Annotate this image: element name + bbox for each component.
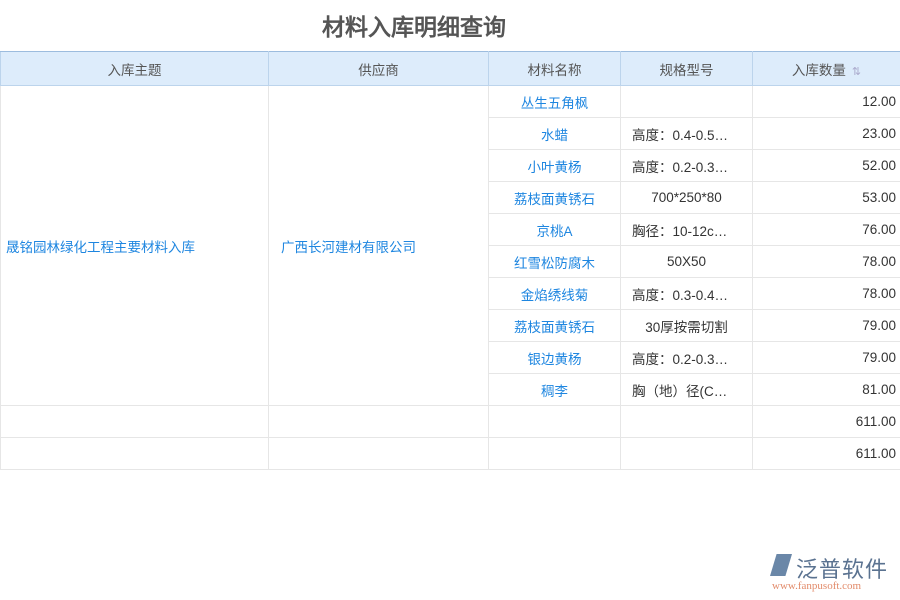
spec-cell [621,86,753,118]
spec-cell: 高度：0.3-0.4… [621,278,753,310]
total-row: 611.00 [1,406,900,438]
total-row: 611.00 [1,438,900,470]
qty-cell: 76.00 [753,214,900,246]
qty-cell: 81.00 [753,374,900,406]
qty-cell: 53.00 [753,182,900,214]
empty-cell [489,438,621,470]
qty-cell: 79.00 [753,342,900,374]
material-name-cell[interactable]: 丛生五角枫 [489,86,621,118]
fanpu-logo: 泛普软件 www.fanpusoft.com [768,552,896,598]
page-title: 材料入库明细查询 [0,8,828,42]
total-qty-cell: 611.00 [753,438,900,470]
material-name-cell[interactable]: 金焰绣线菊 [489,278,621,310]
spec-cell: 高度：0.4-0.5… [621,118,753,150]
qty-cell: 52.00 [753,150,900,182]
total-qty-cell: 611.00 [753,406,900,438]
sort-icon[interactable]: ⇅ [852,66,861,78]
spec-cell: 胸（地）径(C… [621,374,753,406]
spec-cell: 30厚按需切割 [621,310,753,342]
spec-cell: 胸径：10-12c… [621,214,753,246]
material-name-cell[interactable]: 小叶黄杨 [489,150,621,182]
column-header-qty[interactable]: 入库数量 ⇅ [753,52,900,86]
table-row: 晟铭园林绿化工程主要材料入库广西长河建材有限公司丛生五角枫12.00 [1,86,900,118]
table-header: 入库主题 供应商 材料名称 规格型号 入库数量 ⇅ [1,52,900,86]
material-name-cell[interactable]: 荔枝面黄锈石 [489,182,621,214]
qty-cell: 79.00 [753,310,900,342]
empty-cell [621,438,753,470]
logo-mark-icon [770,554,792,576]
empty-cell [269,406,489,438]
spec-cell: 高度：0.2-0.3… [621,342,753,374]
empty-cell [489,406,621,438]
column-header-supplier[interactable]: 供应商 [269,52,489,86]
empty-cell [621,406,753,438]
spec-cell: 700*250*80 [621,182,753,214]
qty-header-label: 入库数量 [792,63,846,78]
qty-cell: 78.00 [753,278,900,310]
empty-cell [1,406,269,438]
logo-url: www.fanpusoft.com [772,580,861,592]
column-header-subject[interactable]: 入库主题 [1,52,269,86]
supplier-cell[interactable]: 广西长河建材有限公司 [269,86,489,406]
empty-cell [1,438,269,470]
qty-cell: 78.00 [753,246,900,278]
material-name-cell[interactable]: 荔枝面黄锈石 [489,310,621,342]
qty-cell: 23.00 [753,118,900,150]
spec-cell: 50X50 [621,246,753,278]
material-name-cell[interactable]: 银边黄杨 [489,342,621,374]
material-table: 入库主题 供应商 材料名称 规格型号 入库数量 ⇅ 晟铭园林绿化工程主要材料入库广… [0,51,900,470]
column-header-spec[interactable]: 规格型号 [621,52,753,86]
spec-cell: 高度：0.2-0.3… [621,150,753,182]
material-name-cell[interactable]: 红雪松防腐木 [489,246,621,278]
material-name-cell[interactable]: 水蜡 [489,118,621,150]
column-header-material[interactable]: 材料名称 [489,52,621,86]
qty-cell: 12.00 [753,86,900,118]
empty-cell [269,438,489,470]
subject-cell[interactable]: 晟铭园林绿化工程主要材料入库 [1,86,269,406]
material-name-cell[interactable]: 稠李 [489,374,621,406]
material-name-cell[interactable]: 京桃A [489,214,621,246]
